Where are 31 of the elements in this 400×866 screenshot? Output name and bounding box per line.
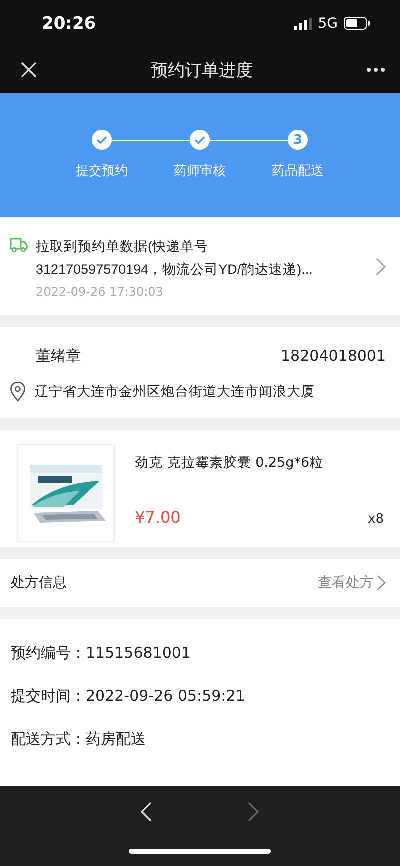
location-pin-icon [10, 382, 26, 402]
back-icon [140, 802, 152, 822]
logistics-text: 拉取到预约单数据(快递单号312170597570194，物流公司YD/韵达速递)... [36, 238, 314, 279]
forward-icon [248, 802, 260, 822]
network-label: 5G [318, 16, 338, 32]
more-button[interactable] [364, 65, 388, 75]
address-text: 辽宁省大连市金州区炮台街道大连市闻浪大厦 [35, 383, 315, 401]
product-quantity: x8 [368, 512, 384, 527]
logistics-time: 2022-09-26 17:30:03 [36, 285, 164, 299]
section-label: 处方信息 [11, 574, 67, 592]
info-text: 提交时间：2022-09-26 05:59:21 [11, 686, 246, 706]
chevron-right-icon [377, 575, 386, 591]
truck-icon [10, 237, 28, 253]
battery-icon [344, 17, 370, 30]
more-icon [366, 67, 386, 73]
step-label: 提交预约 [76, 163, 128, 180]
close-icon [20, 61, 38, 79]
clock-time: 20:26 [42, 14, 96, 34]
view-prescription-link[interactable]: 查看处方 [318, 574, 386, 592]
page-title: 预约订单进度 [151, 60, 253, 82]
chevron-right-icon[interactable] [376, 258, 386, 276]
phone-number: 18204018001 [281, 347, 386, 366]
signal-icon [294, 18, 312, 30]
product-price: ¥7.00 [135, 508, 181, 527]
step-number: 3 [288, 130, 308, 150]
recipient-name: 董绪章 [36, 347, 81, 366]
step-label: 药品配送 [272, 163, 324, 180]
product-name: 劲克 克拉霉素胶囊 0.25g*6粒 [135, 454, 325, 472]
step-label: 药师审核 [174, 163, 226, 180]
info-text: 配送方式：药房配送 [11, 729, 147, 749]
info-text: 预约编号：11515681001 [11, 643, 192, 663]
